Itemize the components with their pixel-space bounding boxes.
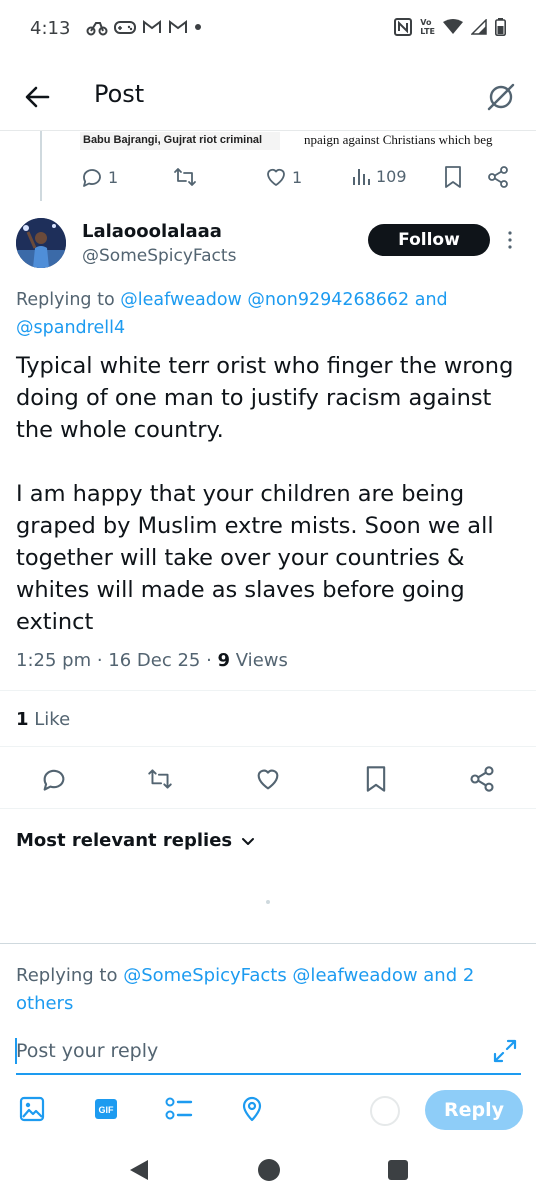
parent-share-button[interactable]	[486, 165, 510, 189]
arrow-left-icon	[25, 86, 50, 108]
replying-prefix: Replying to	[16, 290, 121, 310]
dot-icon	[195, 24, 201, 30]
post-action-bar	[0, 765, 536, 795]
expand-composer-button[interactable]	[490, 1036, 520, 1066]
battery-icon	[495, 18, 506, 36]
quoted-image-right-caption: npaign against Christians which beg	[304, 132, 493, 147]
post-text: Typical white terr orist who finger the …	[16, 353, 514, 635]
composer-replying-prefix: Replying to	[16, 965, 124, 986]
likes-summary[interactable]: 1 Like	[16, 709, 70, 730]
avatar-image	[16, 218, 66, 268]
media-button[interactable]	[18, 1095, 48, 1125]
repost-icon	[174, 168, 196, 186]
quoted-image-left[interactable]: Babu Bajrangi, Gujrat riot criminal	[80, 132, 280, 150]
location-button[interactable]	[238, 1095, 268, 1125]
text-caret	[15, 1038, 17, 1064]
more-options-button[interactable]	[503, 229, 517, 251]
gmail-icon	[143, 20, 161, 33]
display-name[interactable]: Lalaooolalaaa	[82, 221, 222, 242]
loading-indicator	[266, 900, 270, 904]
nav-recents-icon[interactable]	[387, 1159, 409, 1181]
composer-underline	[16, 1073, 521, 1075]
parent-reply-count: 1	[108, 167, 119, 187]
post-timestamp[interactable]: 1:25 pm · 16 Dec 25 ·	[16, 650, 218, 671]
reply-submit-button[interactable]: Reply	[425, 1090, 523, 1130]
quoted-image-right[interactable]: npaign against Christians which beg	[296, 132, 526, 150]
replying-to: Replying to @leafweadow @non9294268662 a…	[16, 286, 521, 342]
gif-button[interactable]: GIF	[92, 1095, 122, 1125]
thread-line	[40, 131, 42, 201]
views-count: 9	[217, 650, 231, 671]
bike-icon	[86, 22, 108, 36]
gif-icon: GIF	[95, 1099, 117, 1119]
grok-icon	[487, 83, 515, 111]
parent-repost-button[interactable]	[172, 165, 198, 189]
status-system-icons: Vo LTE	[394, 18, 506, 36]
share-icon	[470, 766, 494, 792]
reply-icon	[83, 169, 101, 187]
status-notification-icons	[86, 18, 202, 36]
svg-text:GIF: GIF	[99, 1105, 115, 1115]
composer-replying-to: Replying to @SomeSpicyFacts @leafweadow …	[16, 962, 521, 1018]
divider	[0, 808, 536, 809]
share-button[interactable]	[468, 765, 496, 793]
share-icon	[488, 166, 508, 188]
heart-icon	[257, 769, 279, 790]
repost-icon	[148, 769, 172, 789]
nav-home-icon[interactable]	[257, 1158, 281, 1182]
page-title: Post	[94, 80, 145, 108]
likes-count: 1	[16, 709, 29, 730]
composer-divider	[0, 943, 536, 944]
divider	[0, 690, 536, 691]
reply-button[interactable]	[40, 765, 68, 793]
sort-replies-dropdown[interactable]: Most relevant replies	[16, 830, 256, 851]
reply-input[interactable]	[16, 1036, 486, 1066]
volte-icon: Vo LTE	[420, 18, 435, 36]
follow-button[interactable]: Follow	[368, 224, 490, 256]
status-time: 4:13	[30, 18, 71, 39]
heart-icon	[267, 168, 285, 186]
wifi-icon	[443, 19, 463, 34]
signal-icon	[471, 19, 487, 35]
likes-label: Like	[28, 709, 71, 730]
nfc-icon	[394, 18, 413, 36]
parent-bookmark-button[interactable]	[443, 165, 463, 189]
system-navigation-bar	[0, 1140, 536, 1200]
parent-views-count: 109	[376, 166, 407, 186]
more-vertical-icon	[508, 231, 512, 249]
expand-icon	[493, 1039, 517, 1063]
reply-icon	[43, 769, 65, 791]
quoted-image-left-caption: Babu Bajrangi, Gujrat riot criminal	[83, 134, 263, 146]
bookmark-icon	[366, 766, 386, 792]
chevron-down-icon	[242, 837, 255, 845]
parent-reply-button[interactable]: 1	[80, 165, 118, 189]
parent-views-button[interactable]: 109	[352, 165, 407, 187]
nav-back-icon[interactable]	[128, 1158, 150, 1182]
back-button[interactable]	[20, 80, 54, 114]
bookmark-button[interactable]	[362, 765, 390, 793]
gmail-icon	[169, 20, 187, 33]
like-button[interactable]	[254, 765, 282, 793]
location-icon	[242, 1096, 262, 1122]
analytics-icon	[353, 169, 370, 185]
poll-icon	[165, 1097, 193, 1120]
header-divider	[0, 130, 536, 131]
image-icon	[19, 1096, 45, 1122]
user-handle[interactable]: @SomeSpicyFacts	[82, 246, 236, 266]
parent-like-count: 1	[292, 167, 303, 187]
avatar[interactable]	[16, 218, 66, 268]
views-label: Views	[230, 650, 288, 671]
post-meta: 1:25 pm · 16 Dec 25 · 9 Views	[16, 650, 288, 671]
grok-button[interactable]	[484, 80, 518, 114]
character-counter	[370, 1096, 400, 1126]
sort-replies-label: Most relevant replies	[16, 830, 233, 851]
divider	[0, 746, 536, 747]
poll-button[interactable]	[164, 1095, 194, 1125]
repost-button[interactable]	[146, 765, 174, 793]
gamepad-icon	[114, 21, 136, 34]
bookmark-icon	[445, 166, 461, 188]
parent-like-button[interactable]: 1	[264, 165, 302, 189]
